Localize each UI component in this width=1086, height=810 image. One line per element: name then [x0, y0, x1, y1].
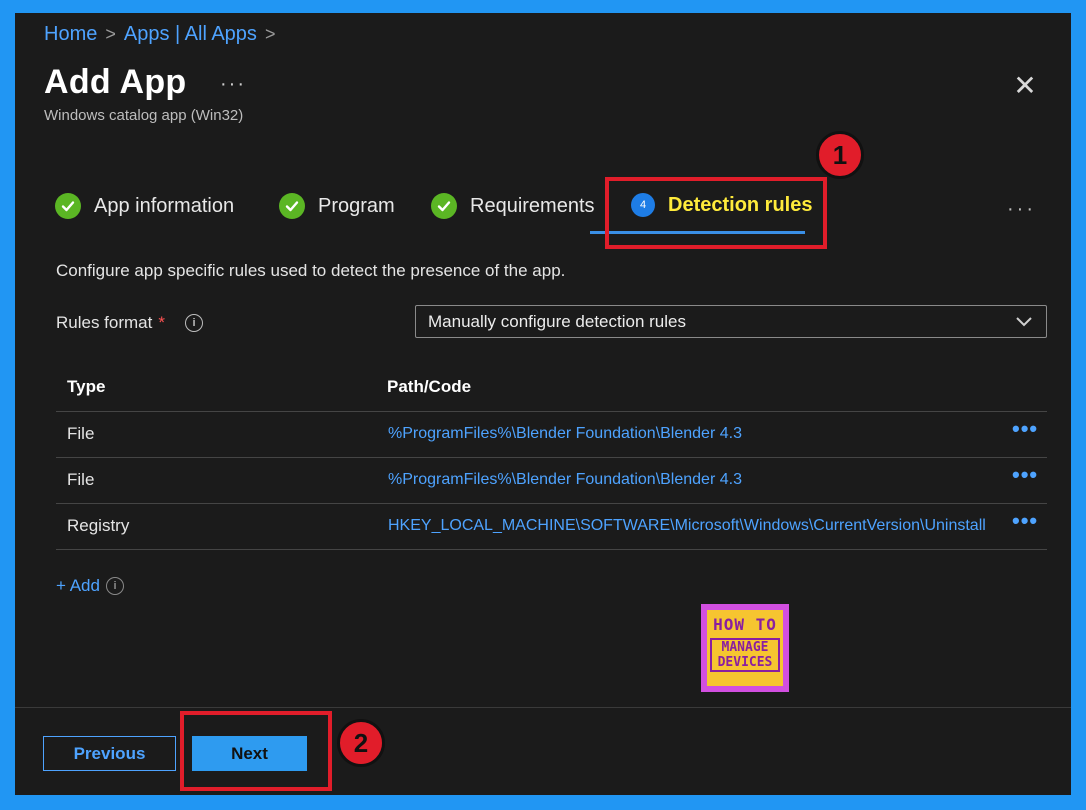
page-subtitle: Windows catalog app (Win32) — [44, 107, 244, 124]
breadcrumb: Home > Apps | All Apps > — [44, 23, 275, 46]
required-marker: * — [158, 313, 165, 332]
breadcrumb-apps[interactable]: Apps | All Apps — [124, 23, 257, 46]
logo-text-line2: MANAGE DEVICES — [710, 638, 780, 672]
table-header: Type Path/Code — [56, 365, 1047, 412]
checkmark-icon — [279, 193, 305, 219]
callout-highlight-box — [180, 711, 332, 791]
breadcrumb-home[interactable]: Home — [44, 23, 97, 46]
cell-type: File — [67, 424, 95, 443]
cell-type: Registry — [67, 516, 130, 535]
cell-path-link[interactable]: %ProgramFiles%\Blender Foundation\Blende… — [388, 425, 1002, 443]
more-steps-icon[interactable]: ··· — [1007, 198, 1036, 221]
callout-badge: 1 — [816, 131, 864, 179]
cell-path-link[interactable]: %ProgramFiles%\Blender Foundation\Blende… — [388, 471, 1002, 489]
info-icon[interactable]: i — [185, 314, 203, 332]
add-app-panel: Home > Apps | All Apps > Add App ··· Win… — [15, 13, 1071, 795]
detection-rules-table: Type Path/Code File %ProgramFiles%\Blend… — [56, 365, 1047, 550]
rules-format-selected-value: Manually configure detection rules — [428, 311, 686, 331]
callout-highlight-box — [605, 177, 827, 249]
callout-badge: 2 — [337, 719, 385, 767]
logo-text-line1: HOW TO — [713, 615, 777, 634]
column-header-type: Type — [67, 377, 106, 396]
step-label: Requirements — [470, 194, 595, 217]
row-more-icon[interactable]: ••• — [1012, 462, 1038, 488]
row-more-icon[interactable]: ••• — [1012, 508, 1038, 534]
step-label: App information — [94, 194, 235, 217]
step-program[interactable]: Program — [279, 193, 395, 219]
page-title: Add App — [44, 63, 187, 101]
rules-format-label-text: Rules format — [56, 313, 153, 332]
description-text: Configure app specific rules used to det… — [56, 261, 566, 280]
breadcrumb-separator: > — [264, 24, 276, 44]
previous-button[interactable]: Previous — [43, 736, 176, 771]
cell-path-link[interactable]: HKEY_LOCAL_MACHINE\SOFTWARE\Microsoft\Wi… — [388, 517, 1002, 535]
row-more-icon[interactable]: ••• — [1012, 416, 1038, 442]
add-rule-label: + Add — [56, 576, 100, 595]
checkmark-icon — [431, 193, 457, 219]
chevron-down-icon — [1012, 309, 1036, 338]
table-row: File %ProgramFiles%\Blender Foundation\B… — [56, 458, 1047, 504]
step-label: Program — [318, 194, 395, 217]
column-header-path: Path/Code — [387, 377, 472, 396]
how-to-manage-devices-logo: HOW TO MANAGE DEVICES — [701, 604, 789, 692]
close-button[interactable]: ✕ — [1010, 71, 1040, 101]
cell-type: File — [67, 470, 95, 489]
footer-divider — [15, 707, 1071, 708]
rules-format-label: Rules format * i — [56, 313, 203, 333]
table-row: Registry HKEY_LOCAL_MACHINE\SOFTWARE\Mic… — [56, 504, 1047, 550]
logo-inner: HOW TO MANAGE DEVICES — [707, 610, 783, 686]
step-requirements[interactable]: Requirements — [431, 193, 595, 219]
checkmark-icon — [55, 193, 81, 219]
info-icon[interactable]: i — [105, 577, 124, 595]
step-app-information[interactable]: App information — [55, 193, 234, 219]
breadcrumb-separator: > — [105, 24, 116, 44]
add-rule-link[interactable]: + Add i — [56, 576, 124, 596]
more-options-icon[interactable]: ··· — [220, 73, 246, 96]
rules-format-dropdown[interactable]: Manually configure detection rules — [415, 305, 1047, 338]
table-row: File %ProgramFiles%\Blender Foundation\B… — [56, 412, 1047, 458]
